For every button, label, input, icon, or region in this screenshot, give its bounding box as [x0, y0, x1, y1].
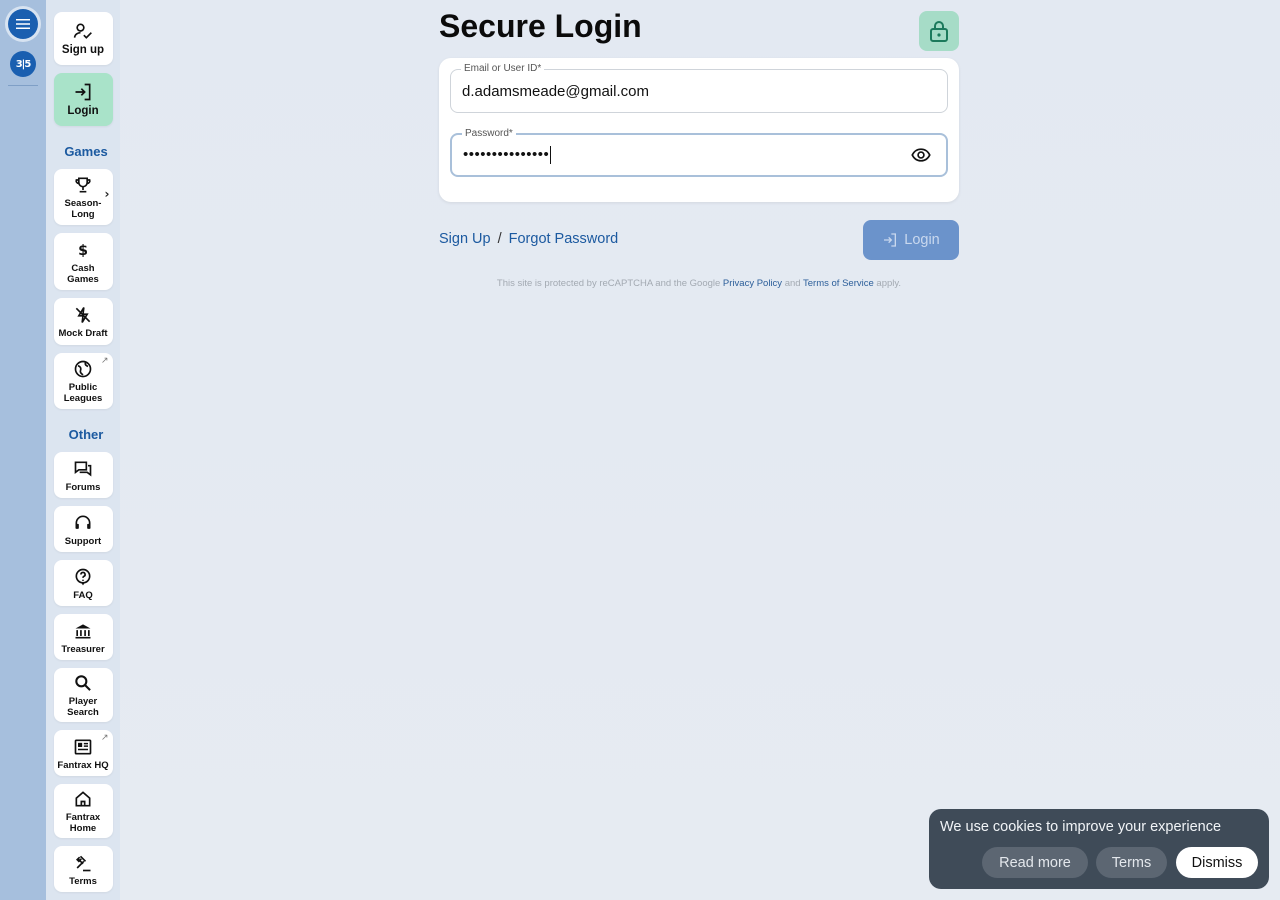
cookie-banner: We use cookies to improve your experienc…: [929, 809, 1269, 889]
person-check-icon: [73, 21, 93, 41]
sidebar-item-label: Fantrax HQ: [57, 759, 109, 771]
recaptcha-notice: This site is protected by reCAPTCHA and …: [439, 278, 959, 289]
dollar-icon: $: [73, 240, 93, 260]
menu-button[interactable]: [8, 9, 38, 39]
email-field[interactable]: Email or User ID* d.adamsmeade@gmail.com: [450, 63, 948, 113]
login-button[interactable]: Login: [863, 220, 959, 260]
newspaper-icon: [73, 737, 93, 757]
sidebar-item-label: Mock Draft: [58, 328, 108, 340]
eye-icon[interactable]: [910, 145, 932, 165]
app-logo-text: 3|5: [15, 58, 32, 70]
dismiss-button[interactable]: Dismiss: [1176, 847, 1258, 878]
sidebar-item-label: Sign up: [61, 43, 105, 56]
sign-up-link[interactable]: Sign Up: [439, 231, 491, 247]
sidebar-item-label: Cash Games: [67, 262, 99, 285]
help-icon: [73, 567, 93, 587]
chevron-right-icon: ›: [104, 186, 110, 201]
login-icon: [884, 233, 897, 247]
headset-icon: [73, 513, 93, 533]
sidebar-item-terms[interactable]: Terms: [53, 846, 113, 892]
link-separator: /: [497, 231, 502, 247]
password-value: •••••••••••••••: [463, 146, 550, 163]
sidebar-item-label: Season-Long: [64, 197, 102, 220]
search-icon: [73, 673, 93, 693]
lock-icon: [930, 21, 948, 42]
sidebar-item-support[interactable]: Support: [53, 506, 113, 552]
forgot-password-link[interactable]: Forgot Password: [509, 231, 619, 247]
home-icon: [73, 789, 93, 809]
recaptcha-suffix: apply.: [876, 278, 902, 289]
sidebar-item-label: Support: [64, 535, 102, 547]
recaptcha-prefix: This site is protected by reCAPTCHA and …: [496, 278, 721, 289]
sidebar-item-label: Login: [67, 104, 99, 117]
password-label: Password*: [462, 128, 516, 139]
auth-links: Sign Up / Forgot Password: [439, 231, 618, 247]
sidebar-item-treasurer[interactable]: Treasurer: [53, 614, 113, 660]
rail-divider: [8, 85, 38, 86]
page-title: Secure Login: [439, 8, 642, 44]
sidebar-nav: Sign up Login Games Season-Long › $ Cash…: [46, 0, 120, 900]
terms-of-service-link[interactable]: Terms of Service: [803, 278, 874, 289]
sidebar-item-faq[interactable]: FAQ: [53, 560, 113, 606]
app-rail: 3|5: [0, 0, 46, 900]
external-link-icon: ↗: [100, 356, 109, 366]
text-caret: [550, 146, 552, 165]
gavel-icon: [73, 853, 93, 873]
svg-text:$: $: [78, 243, 88, 259]
trophy-icon: [73, 175, 93, 195]
other-heading: Other: [68, 427, 104, 442]
sidebar-item-mock-draft[interactable]: Mock Draft: [53, 298, 113, 345]
menu-icon: [16, 19, 30, 29]
password-field[interactable]: Password* •••••••••••••••: [450, 128, 948, 177]
sidebar-item-public-leagues[interactable]: Public Leagues ↗: [53, 353, 113, 409]
sidebar-item-fantrax-hq[interactable]: Fantrax HQ ↗: [53, 730, 113, 776]
sidebar-item-label: Forums: [65, 481, 101, 493]
sidebar-item-label: Public Leagues: [63, 382, 103, 404]
login-icon: [73, 82, 93, 102]
email-label: Email or User ID*: [461, 63, 545, 74]
sidebar-item-season-long[interactable]: Season-Long ›: [53, 168, 113, 226]
read-more-button[interactable]: Read more: [982, 847, 1088, 878]
recaptcha-and: and: [784, 278, 801, 289]
sidebar-item-label: Treasurer: [61, 643, 105, 655]
sidebar-item-label: Terms: [69, 875, 97, 887]
lightning-off-icon: [73, 305, 93, 325]
privacy-policy-link[interactable]: Privacy Policy: [723, 278, 782, 289]
globe-icon: [73, 359, 93, 379]
app-logo[interactable]: 3|5: [10, 51, 36, 77]
sidebar-item-label: FAQ: [73, 589, 93, 601]
sidebar-item-forums[interactable]: Forums: [53, 452, 113, 498]
lock-badge: [919, 11, 959, 51]
password-value-wrap[interactable]: •••••••••••••••: [463, 146, 552, 165]
email-value[interactable]: d.adamsmeade@gmail.com: [462, 83, 649, 100]
sidebar-item-fantrax-home[interactable]: Fantrax Home: [53, 784, 113, 838]
cookie-terms-button[interactable]: Terms: [1096, 847, 1167, 878]
forum-icon: [73, 459, 93, 479]
sidebar-item-login[interactable]: Login: [53, 72, 113, 126]
login-card: Email or User ID* d.adamsmeade@gmail.com…: [439, 58, 959, 202]
games-heading: Games: [64, 143, 108, 159]
sidebar-item-label: Player Search: [67, 696, 99, 718]
login-button-label: Login: [904, 232, 940, 248]
sidebar-item-cash-games[interactable]: $ Cash Games: [53, 233, 113, 291]
sidebar-item-sign-up[interactable]: Sign up: [53, 12, 113, 65]
sidebar-item-label: Fantrax Home: [65, 812, 101, 834]
sidebar-item-player-search[interactable]: Player Search: [53, 668, 113, 722]
external-link-icon: ↗: [100, 733, 109, 743]
cookie-message: We use cookies to improve your experienc…: [940, 819, 1222, 835]
bank-icon: [73, 621, 93, 641]
